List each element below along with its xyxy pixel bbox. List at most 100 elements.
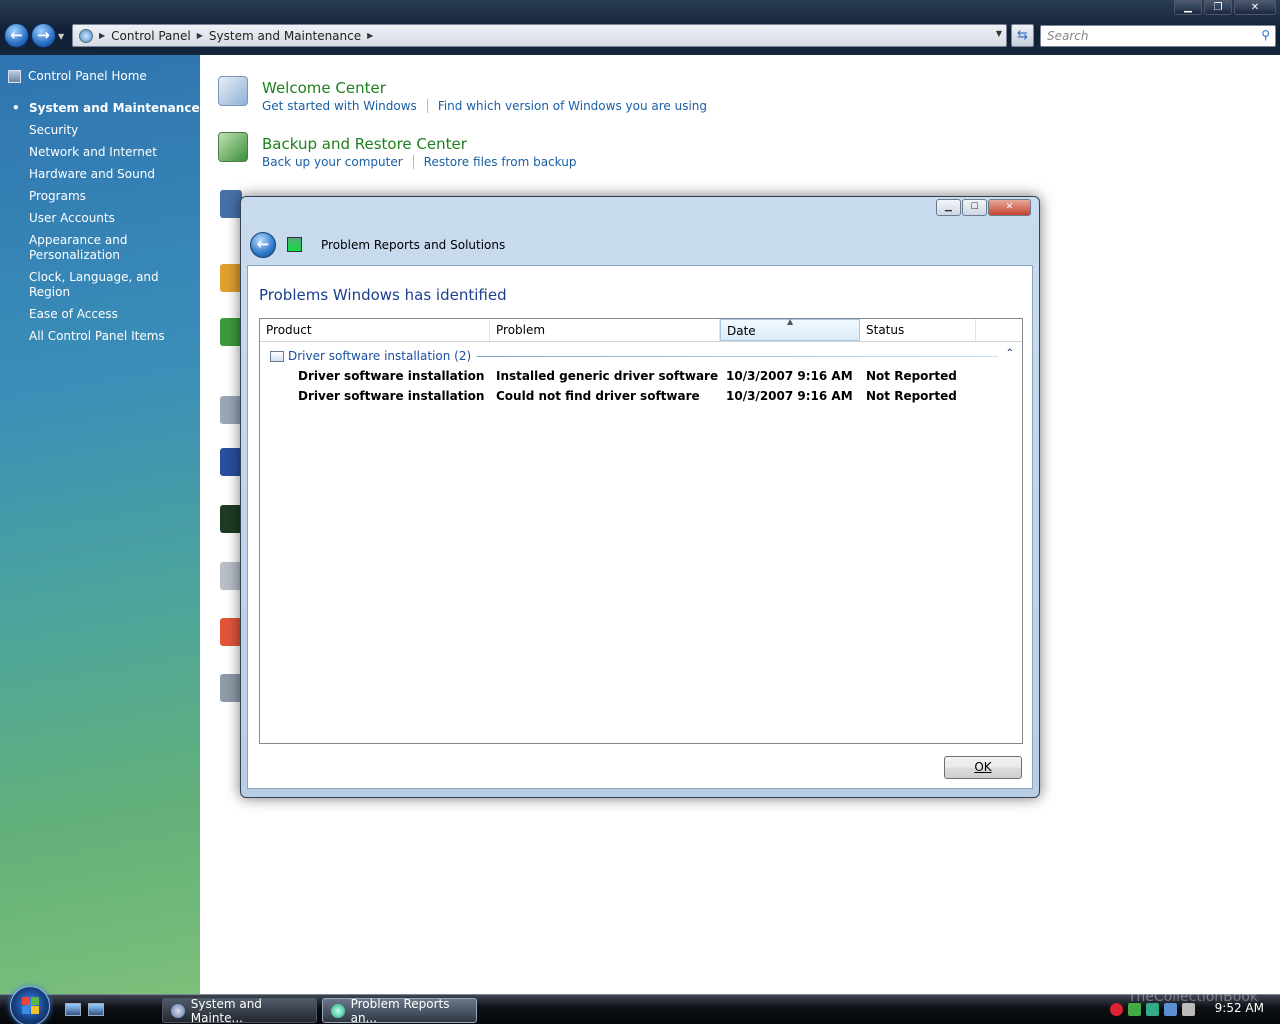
column-filler <box>976 319 1022 341</box>
table-row[interactable]: Driver software installation Could not f… <box>260 386 1022 406</box>
row-problem: Could not find driver software <box>496 389 700 403</box>
welcome-center-link-get-started[interactable]: Get started with Windows <box>262 99 427 113</box>
windows-update-icon[interactable] <box>220 264 242 292</box>
breadcrumb-system-and-maintenance[interactable]: System and Maintenance <box>209 29 361 43</box>
welcome-center-icon[interactable] <box>218 76 248 106</box>
problem-reports-dialog: ▁ ☐ ✕ ← Problem Reports and Solutions Pr… <box>240 196 1040 798</box>
column-problem-label: Problem <box>496 323 546 337</box>
column-date[interactable]: ▲ Date <box>720 317 860 341</box>
dialog-maximize-button[interactable]: ☐ <box>962 199 987 216</box>
sidebar-item-appearance[interactable]: Appearance and Personalization <box>29 233 129 263</box>
sidebar-item-hardware-and-sound[interactable]: Hardware and Sound <box>29 167 200 182</box>
row-date: 10/3/2007 9:16 AM <box>726 369 853 383</box>
indexing-options-icon[interactable] <box>220 396 242 424</box>
group-header[interactable]: Driver software installation (2) ⌃ <box>260 346 1022 366</box>
backup-restore-title[interactable]: Backup and Restore Center <box>262 135 467 153</box>
network-icon[interactable] <box>1164 1003 1177 1016</box>
show-desktop-icon[interactable] <box>65 1003 81 1016</box>
sidebar-item-system-and-maintenance[interactable]: System and Maintenance <box>12 101 200 116</box>
dialog-content: Problems Windows has identified Product … <box>247 265 1033 789</box>
problem-reports-icon[interactable] <box>220 448 242 476</box>
problem-reports-app-icon <box>287 237 302 252</box>
back-button[interactable]: ← <box>4 23 29 48</box>
row-problem: Installed generic driver software <box>496 369 719 383</box>
backup-restore-links: Back up your computer Restore files from… <box>262 155 586 169</box>
taskbar: System and Mainte... Problem Reports an.… <box>0 986 1280 1024</box>
breadcrumb-control-panel[interactable]: Control Panel <box>111 29 191 43</box>
windows-logo-icon <box>22 997 39 1014</box>
sidebar-item-security[interactable]: Security <box>29 123 200 138</box>
backup-link-back-up[interactable]: Back up your computer <box>262 155 413 169</box>
refresh-button[interactable]: ⇆ <box>1011 24 1034 47</box>
history-dropdown-icon[interactable]: ▼ <box>58 32 64 41</box>
volume-muted-icon[interactable] <box>1182 1003 1195 1016</box>
ok-button[interactable]: OK <box>944 756 1022 779</box>
address-bar[interactable]: ▶ Control Panel ▶ System and Maintenance… <box>72 24 1007 47</box>
row-status: Not Reported <box>866 369 957 383</box>
control-panel-home-icon <box>8 69 21 83</box>
column-status-label: Status <box>866 323 905 337</box>
row-product: Driver software installation <box>298 369 485 383</box>
backup-link-restore-files[interactable]: Restore files from backup <box>412 155 587 169</box>
security-alert-icon[interactable] <box>1110 1003 1123 1016</box>
minimize-button[interactable]: ▁ <box>1174 0 1202 15</box>
sidebar-item-network-and-internet[interactable]: Network and Internet <box>29 145 200 160</box>
window-caption-buttons: ▁ ❐ ✕ <box>1174 0 1276 15</box>
group-divider <box>477 355 998 357</box>
device-manager-icon[interactable] <box>220 562 242 590</box>
dialog-minimize-button[interactable]: ▁ <box>936 199 961 216</box>
switch-windows-icon[interactable] <box>88 1003 104 1016</box>
list-header: Product Problem ▲ Date Status <box>260 317 1022 342</box>
sidebar-home-link[interactable]: Control Panel Home <box>8 69 147 83</box>
column-product-label: Product <box>266 323 312 337</box>
problem-reports-tray-icon[interactable] <box>1146 1003 1159 1016</box>
defender-icon[interactable] <box>1128 1003 1141 1016</box>
welcome-center-link-find-version[interactable]: Find which version of Windows you are us… <box>426 99 717 113</box>
control-panel-icon <box>79 28 93 43</box>
forward-button[interactable]: → <box>31 23 56 48</box>
dialog-title: Problem Reports and Solutions <box>321 238 506 252</box>
dialog-heading: Problems Windows has identified <box>259 286 507 304</box>
system-icon[interactable] <box>220 190 242 218</box>
problems-list[interactable]: Product Problem ▲ Date Status Driver sof… <box>259 317 1023 744</box>
start-button[interactable] <box>10 986 50 1024</box>
row-date: 10/3/2007 9:16 AM <box>726 389 853 403</box>
column-problem[interactable]: Problem <box>490 319 720 341</box>
administrative-tools-icon[interactable] <box>220 674 242 702</box>
welcome-center-title[interactable]: Welcome Center <box>262 79 386 97</box>
clock[interactable]: 9:52 AM <box>1215 1001 1264 1015</box>
sidebar-item-all-items[interactable]: All Control Panel Items <box>29 329 200 344</box>
table-row[interactable]: Driver software installation Installed g… <box>260 366 1022 386</box>
control-panel-icon <box>171 1003 185 1018</box>
address-dropdown-icon[interactable]: ▼ <box>996 29 1002 38</box>
column-product[interactable]: Product <box>260 319 490 341</box>
close-button[interactable]: ✕ <box>1234 0 1276 15</box>
power-options-icon[interactable] <box>220 318 242 346</box>
performance-icon[interactable] <box>220 505 242 533</box>
restore-button[interactable]: ❐ <box>1204 0 1232 15</box>
dialog-caption-buttons: ▁ ☐ ✕ <box>936 199 1031 216</box>
taskbar-button-system-and-maintenance[interactable]: System and Mainte... <box>162 997 317 1024</box>
breadcrumb-arrow-icon[interactable]: ▶ <box>367 31 373 40</box>
column-status[interactable]: Status <box>860 319 976 341</box>
taskbar-button-problem-reports[interactable]: Problem Reports an... <box>322 997 477 1024</box>
sidebar-item-ease-of-access[interactable]: Ease of Access <box>29 307 200 322</box>
search-placeholder: Search <box>1047 29 1089 43</box>
dialog-close-button[interactable]: ✕ <box>988 199 1031 216</box>
search-input[interactable]: Search ⚲ <box>1040 25 1276 47</box>
search-icon[interactable]: ⚲ <box>1261 28 1270 42</box>
sidebar-item-programs[interactable]: Programs <box>29 189 200 204</box>
sidebar-item-clock-language-region[interactable]: Clock, Language, and Region <box>29 270 200 300</box>
dialog-back-button[interactable]: ← <box>250 232 276 258</box>
group-label: Driver software installation (2) <box>288 349 478 363</box>
breadcrumb-arrow-icon[interactable]: ▶ <box>99 31 105 40</box>
group-icon <box>270 350 284 362</box>
welcome-center-links: Get started with Windows Find which vers… <box>262 99 717 113</box>
collapse-group-icon[interactable]: ⌃ <box>1006 348 1014 359</box>
windows-anytime-upgrade-icon[interactable] <box>220 618 242 646</box>
backup-restore-icon[interactable] <box>218 132 248 162</box>
breadcrumb-arrow-icon[interactable]: ▶ <box>197 31 203 40</box>
sidebar-item-user-accounts[interactable]: User Accounts <box>29 211 200 226</box>
row-product: Driver software installation <box>298 389 485 403</box>
sidebar-category-list: System and Maintenance Security Network … <box>12 101 200 351</box>
